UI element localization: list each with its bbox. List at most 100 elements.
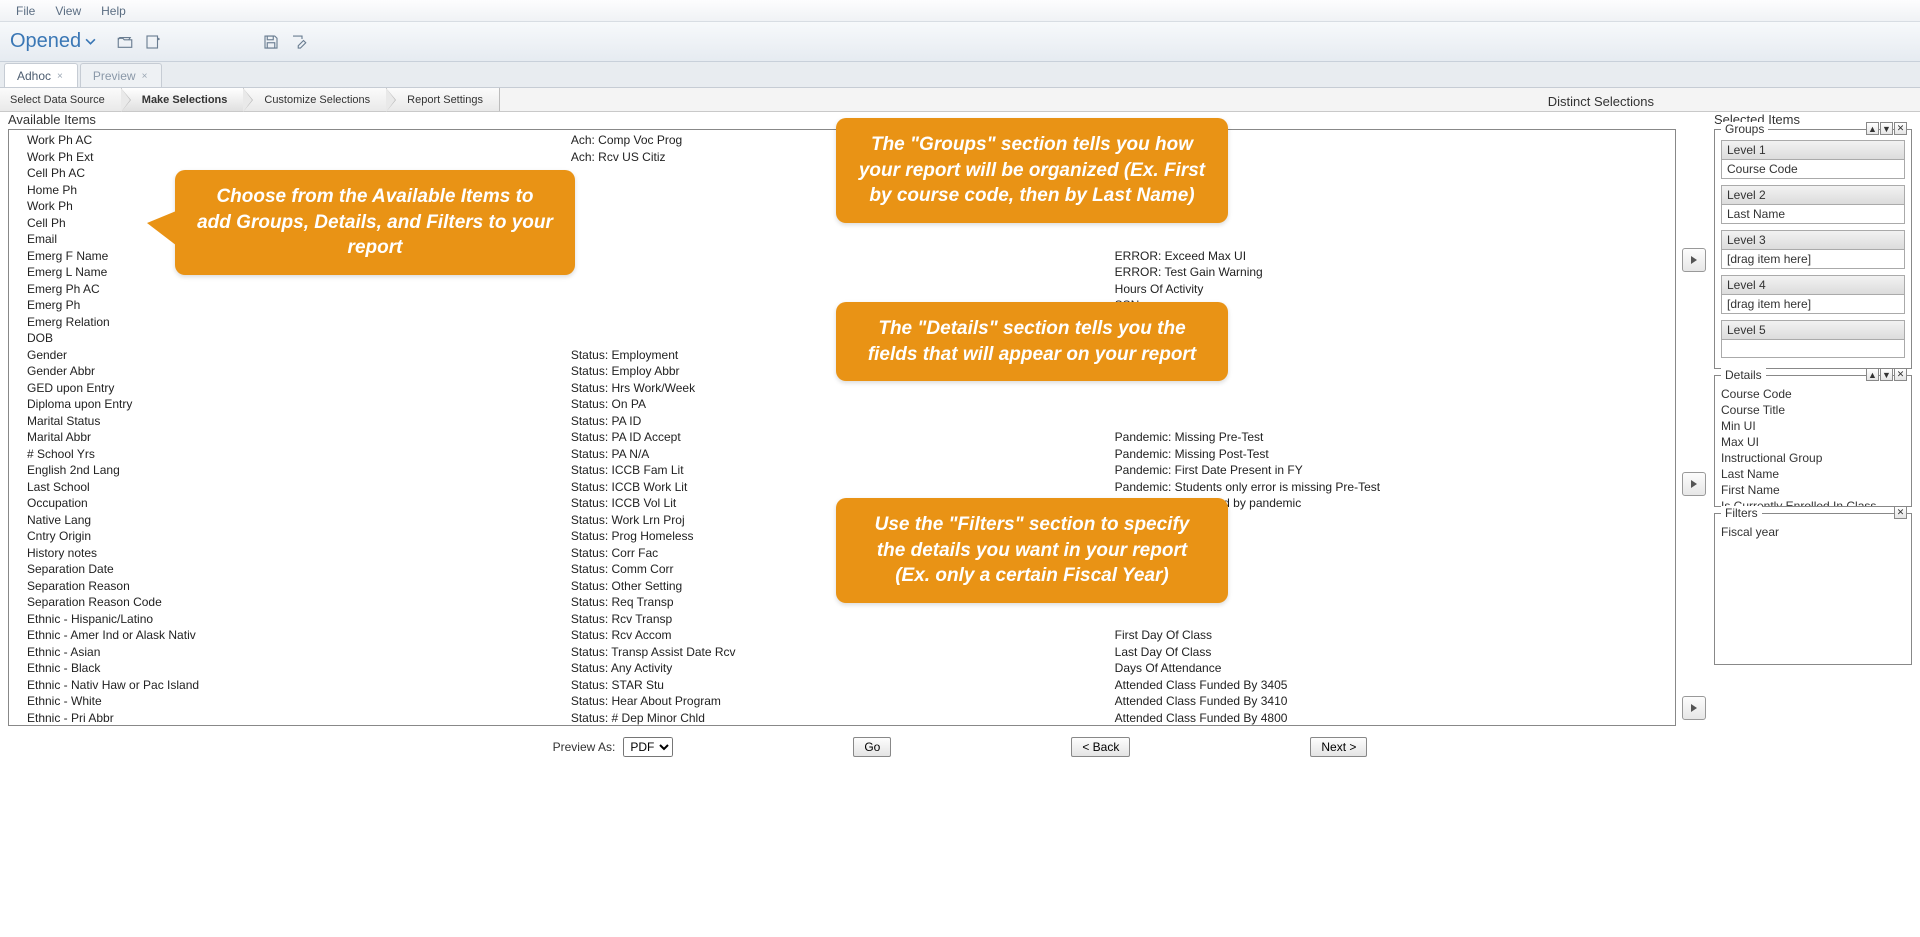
back-button[interactable]: < Back — [1071, 737, 1130, 757]
available-item[interactable]: # School Yrs — [27, 446, 571, 463]
available-item[interactable]: Separation Date — [27, 561, 571, 578]
detail-item[interactable]: Course Title — [1721, 402, 1905, 418]
available-item[interactable]: Ethnic - Asian — [27, 644, 571, 661]
remove-icon[interactable]: ✕ — [1894, 122, 1907, 135]
group-level[interactable]: Level 4[drag item here] — [1721, 275, 1905, 314]
move-up-icon[interactable]: ▲ — [1866, 122, 1879, 135]
available-item[interactable]: Status: Transp Assist Date Rcv — [571, 644, 1115, 661]
available-item[interactable]: Pandemic: First Date Present in FY — [1115, 462, 1659, 479]
detail-item[interactable]: Course Code — [1721, 386, 1905, 402]
detail-item[interactable]: First Name — [1721, 482, 1905, 498]
available-item[interactable]: Status: Any Activity — [571, 660, 1115, 677]
menu-help[interactable]: Help — [91, 1, 136, 21]
new-report-icon[interactable] — [142, 32, 164, 52]
move-down-icon[interactable]: ▼ — [1880, 122, 1893, 135]
add-to-filters-button[interactable] — [1682, 696, 1706, 720]
tab-adhoc[interactable]: Adhoc × — [4, 63, 78, 87]
available-item[interactable]: Marital Status — [27, 413, 571, 430]
available-item[interactable]: First Day Of Class — [1115, 627, 1659, 644]
go-button[interactable]: Go — [853, 737, 891, 757]
available-item[interactable]: English 2nd Lang — [27, 462, 571, 479]
available-item[interactable]: Ethnic - Black — [27, 660, 571, 677]
available-item[interactable]: Ethnic - Hispanic/Latino — [27, 611, 571, 628]
next-button[interactable]: Next > — [1310, 737, 1367, 757]
move-up-icon[interactable]: ▲ — [1866, 368, 1879, 381]
step-select-data-source[interactable]: Select Data Source — [0, 88, 122, 111]
available-item[interactable]: Occupation — [27, 495, 571, 512]
group-level-value[interactable]: Course Code — [1721, 160, 1905, 179]
available-item[interactable]: Attended Class Funded By 4800 — [1115, 710, 1659, 726]
group-level-value[interactable] — [1721, 340, 1905, 358]
available-item[interactable]: Gender Abbr — [27, 363, 571, 380]
available-item[interactable]: Status: Rcv Transp — [571, 611, 1115, 628]
available-item[interactable]: Work Ph Ext — [27, 149, 571, 166]
close-icon[interactable]: × — [57, 71, 63, 82]
available-item[interactable]: Cntry Origin — [27, 528, 571, 545]
available-item[interactable]: Attended Class Funded By 3405 — [1115, 677, 1659, 694]
available-item[interactable]: Status: Rcv Accom — [571, 627, 1115, 644]
step-make-selections[interactable]: Make Selections — [122, 88, 245, 111]
tab-preview[interactable]: Preview × — [80, 63, 163, 87]
available-item[interactable]: Pandemic: Missing Pre-Test — [1115, 429, 1659, 446]
opened-dropdown[interactable]: Opened — [10, 30, 96, 53]
available-item[interactable]: History notes — [27, 545, 571, 562]
available-item[interactable]: Status: # Dep Minor Chld — [571, 710, 1115, 726]
available-item[interactable]: ERROR: Test Gain Warning — [1115, 264, 1659, 281]
available-item[interactable]: Ethnic - White — [27, 693, 571, 710]
detail-item[interactable]: Min UI — [1721, 418, 1905, 434]
available-item[interactable]: DOB — [27, 330, 571, 347]
available-item[interactable]: Work Ph AC — [27, 132, 571, 149]
available-item[interactable]: Ethnic - Pri Abbr — [27, 710, 571, 726]
available-item[interactable]: Emerg Ph AC — [27, 281, 571, 298]
group-level[interactable]: Level 1Course Code — [1721, 140, 1905, 179]
available-item[interactable]: Status: On PA — [571, 396, 1115, 413]
menu-view[interactable]: View — [45, 1, 91, 21]
remove-icon[interactable]: ✕ — [1894, 368, 1907, 381]
edit-icon[interactable] — [288, 32, 310, 52]
preview-as-select[interactable]: PDF — [623, 737, 673, 757]
available-item[interactable]: Attended Class Funded By 3410 — [1115, 693, 1659, 710]
available-item[interactable]: Status: ICCB Fam Lit — [571, 462, 1115, 479]
step-customize-selections[interactable]: Customize Selections — [244, 88, 387, 111]
available-item[interactable]: Status: PA ID Accept — [571, 429, 1115, 446]
available-item[interactable]: Days Of Attendance — [1115, 660, 1659, 677]
available-item[interactable]: Emerg Relation — [27, 314, 571, 331]
available-item[interactable]: Marital Abbr — [27, 429, 571, 446]
available-item[interactable]: Status: ICCB Work Lit — [571, 479, 1115, 496]
add-to-groups-button[interactable] — [1682, 248, 1706, 272]
group-level[interactable]: Level 3[drag item here] — [1721, 230, 1905, 269]
detail-item[interactable]: Last Name — [1721, 466, 1905, 482]
close-icon[interactable]: × — [142, 71, 148, 82]
group-level[interactable]: Level 2Last Name — [1721, 185, 1905, 224]
available-item[interactable]: Status: STAR Stu — [571, 677, 1115, 694]
group-level-value[interactable]: [drag item here] — [1721, 295, 1905, 314]
available-item[interactable]: Separation Reason — [27, 578, 571, 595]
available-item[interactable]: ERROR: Exceed Max UI — [1115, 248, 1659, 265]
available-item[interactable]: Diploma upon Entry — [27, 396, 571, 413]
available-item[interactable]: GED upon Entry — [27, 380, 571, 397]
move-down-icon[interactable]: ▼ — [1880, 368, 1893, 381]
available-item[interactable]: Status: PA ID — [571, 413, 1115, 430]
save-icon[interactable] — [260, 32, 282, 52]
available-item[interactable]: Gender — [27, 347, 571, 364]
available-item[interactable]: Ethnic - Amer Ind or Alask Nativ — [27, 627, 571, 644]
add-to-details-button[interactable] — [1682, 472, 1706, 496]
step-report-settings[interactable]: Report Settings — [387, 88, 500, 111]
available-item[interactable]: Last Day Of Class — [1115, 644, 1659, 661]
remove-icon[interactable]: ✕ — [1894, 506, 1907, 519]
available-item[interactable]: Hours Of Activity — [1115, 281, 1659, 298]
available-item[interactable]: Pandemic: Students only error is missing… — [1115, 479, 1659, 496]
detail-item[interactable]: Max UI — [1721, 434, 1905, 450]
available-item[interactable]: Last School — [27, 479, 571, 496]
available-item[interactable]: Separation Reason Code — [27, 594, 571, 611]
available-item[interactable]: Ethnic - Nativ Haw or Pac Island — [27, 677, 571, 694]
available-item[interactable]: Status: PA N/A — [571, 446, 1115, 463]
details-body[interactable]: Course CodeCourse TitleMin UIMax UIInstr… — [1715, 376, 1911, 506]
available-item[interactable]: Native Lang — [27, 512, 571, 529]
detail-item[interactable]: Instructional Group — [1721, 450, 1905, 466]
available-item[interactable]: Pandemic: Missing Post-Test — [1115, 446, 1659, 463]
available-item[interactable]: Emerg Ph — [27, 297, 571, 314]
filter-item[interactable]: Fiscal year — [1721, 524, 1905, 540]
filters-body[interactable]: Fiscal year — [1715, 514, 1911, 664]
detail-item[interactable]: Is Currently Enrolled In Class — [1721, 498, 1905, 506]
